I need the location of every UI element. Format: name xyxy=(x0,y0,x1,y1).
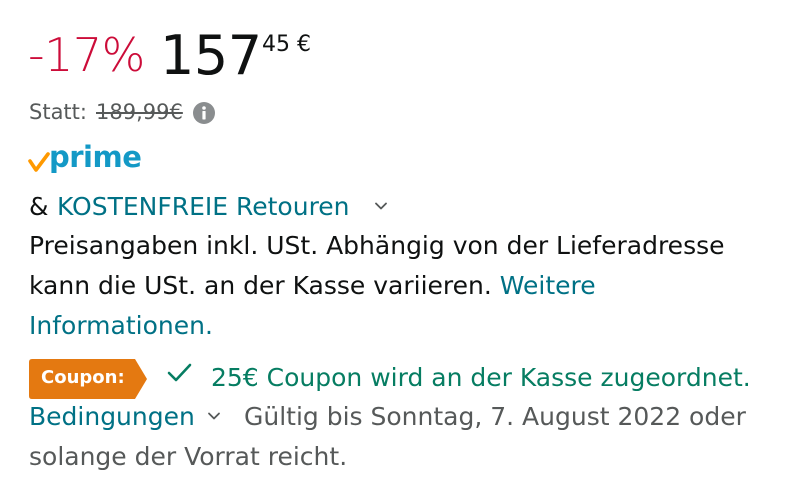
coupon-terms-link[interactable]: Bedingungen xyxy=(29,402,195,431)
prime-check-icon xyxy=(28,152,50,174)
discount-percentage: -17% xyxy=(28,28,145,82)
free-returns-link[interactable]: KOSTENFREIE Retouren xyxy=(57,192,350,221)
more-info-link-continued[interactable]: Informationen. xyxy=(29,311,213,340)
chevron-down-icon[interactable] xyxy=(374,198,388,212)
tax-note-text: kann die USt. an der Kasse variieren. xyxy=(29,271,492,300)
coupon-badge: Coupon: xyxy=(29,359,147,399)
info-icon[interactable] xyxy=(192,101,216,125)
product-price-panel: { "price": { "discount": "-17%", "whole"… xyxy=(0,0,799,497)
tax-note-line: Preisangaben inkl. USt. Abhängig von der… xyxy=(29,231,725,260)
price-fraction: 45 € xyxy=(262,32,311,57)
coupon-badge-label: Coupon: xyxy=(41,367,125,388)
check-icon xyxy=(165,359,193,387)
coupon-validity-text: solange der Vorrat reicht. xyxy=(29,442,348,471)
price-whole: 157 xyxy=(160,24,262,87)
chevron-down-icon[interactable] xyxy=(207,408,221,422)
list-price-value: 189,99€ xyxy=(96,100,183,124)
returns-ampersand: & xyxy=(29,192,49,221)
more-info-link[interactable]: Weitere xyxy=(500,271,596,300)
prime-logo-text: prime xyxy=(49,140,142,174)
coupon-applied-message: 25€ Coupon wird an der Kasse zugeordnet. xyxy=(211,363,751,392)
list-price-label: Statt: xyxy=(29,100,87,124)
coupon-validity-text: Gültig bis Sonntag, 7. August 2022 oder xyxy=(244,402,746,431)
tax-note-line: kann die USt. an der Kasse variieren. We… xyxy=(29,271,596,300)
